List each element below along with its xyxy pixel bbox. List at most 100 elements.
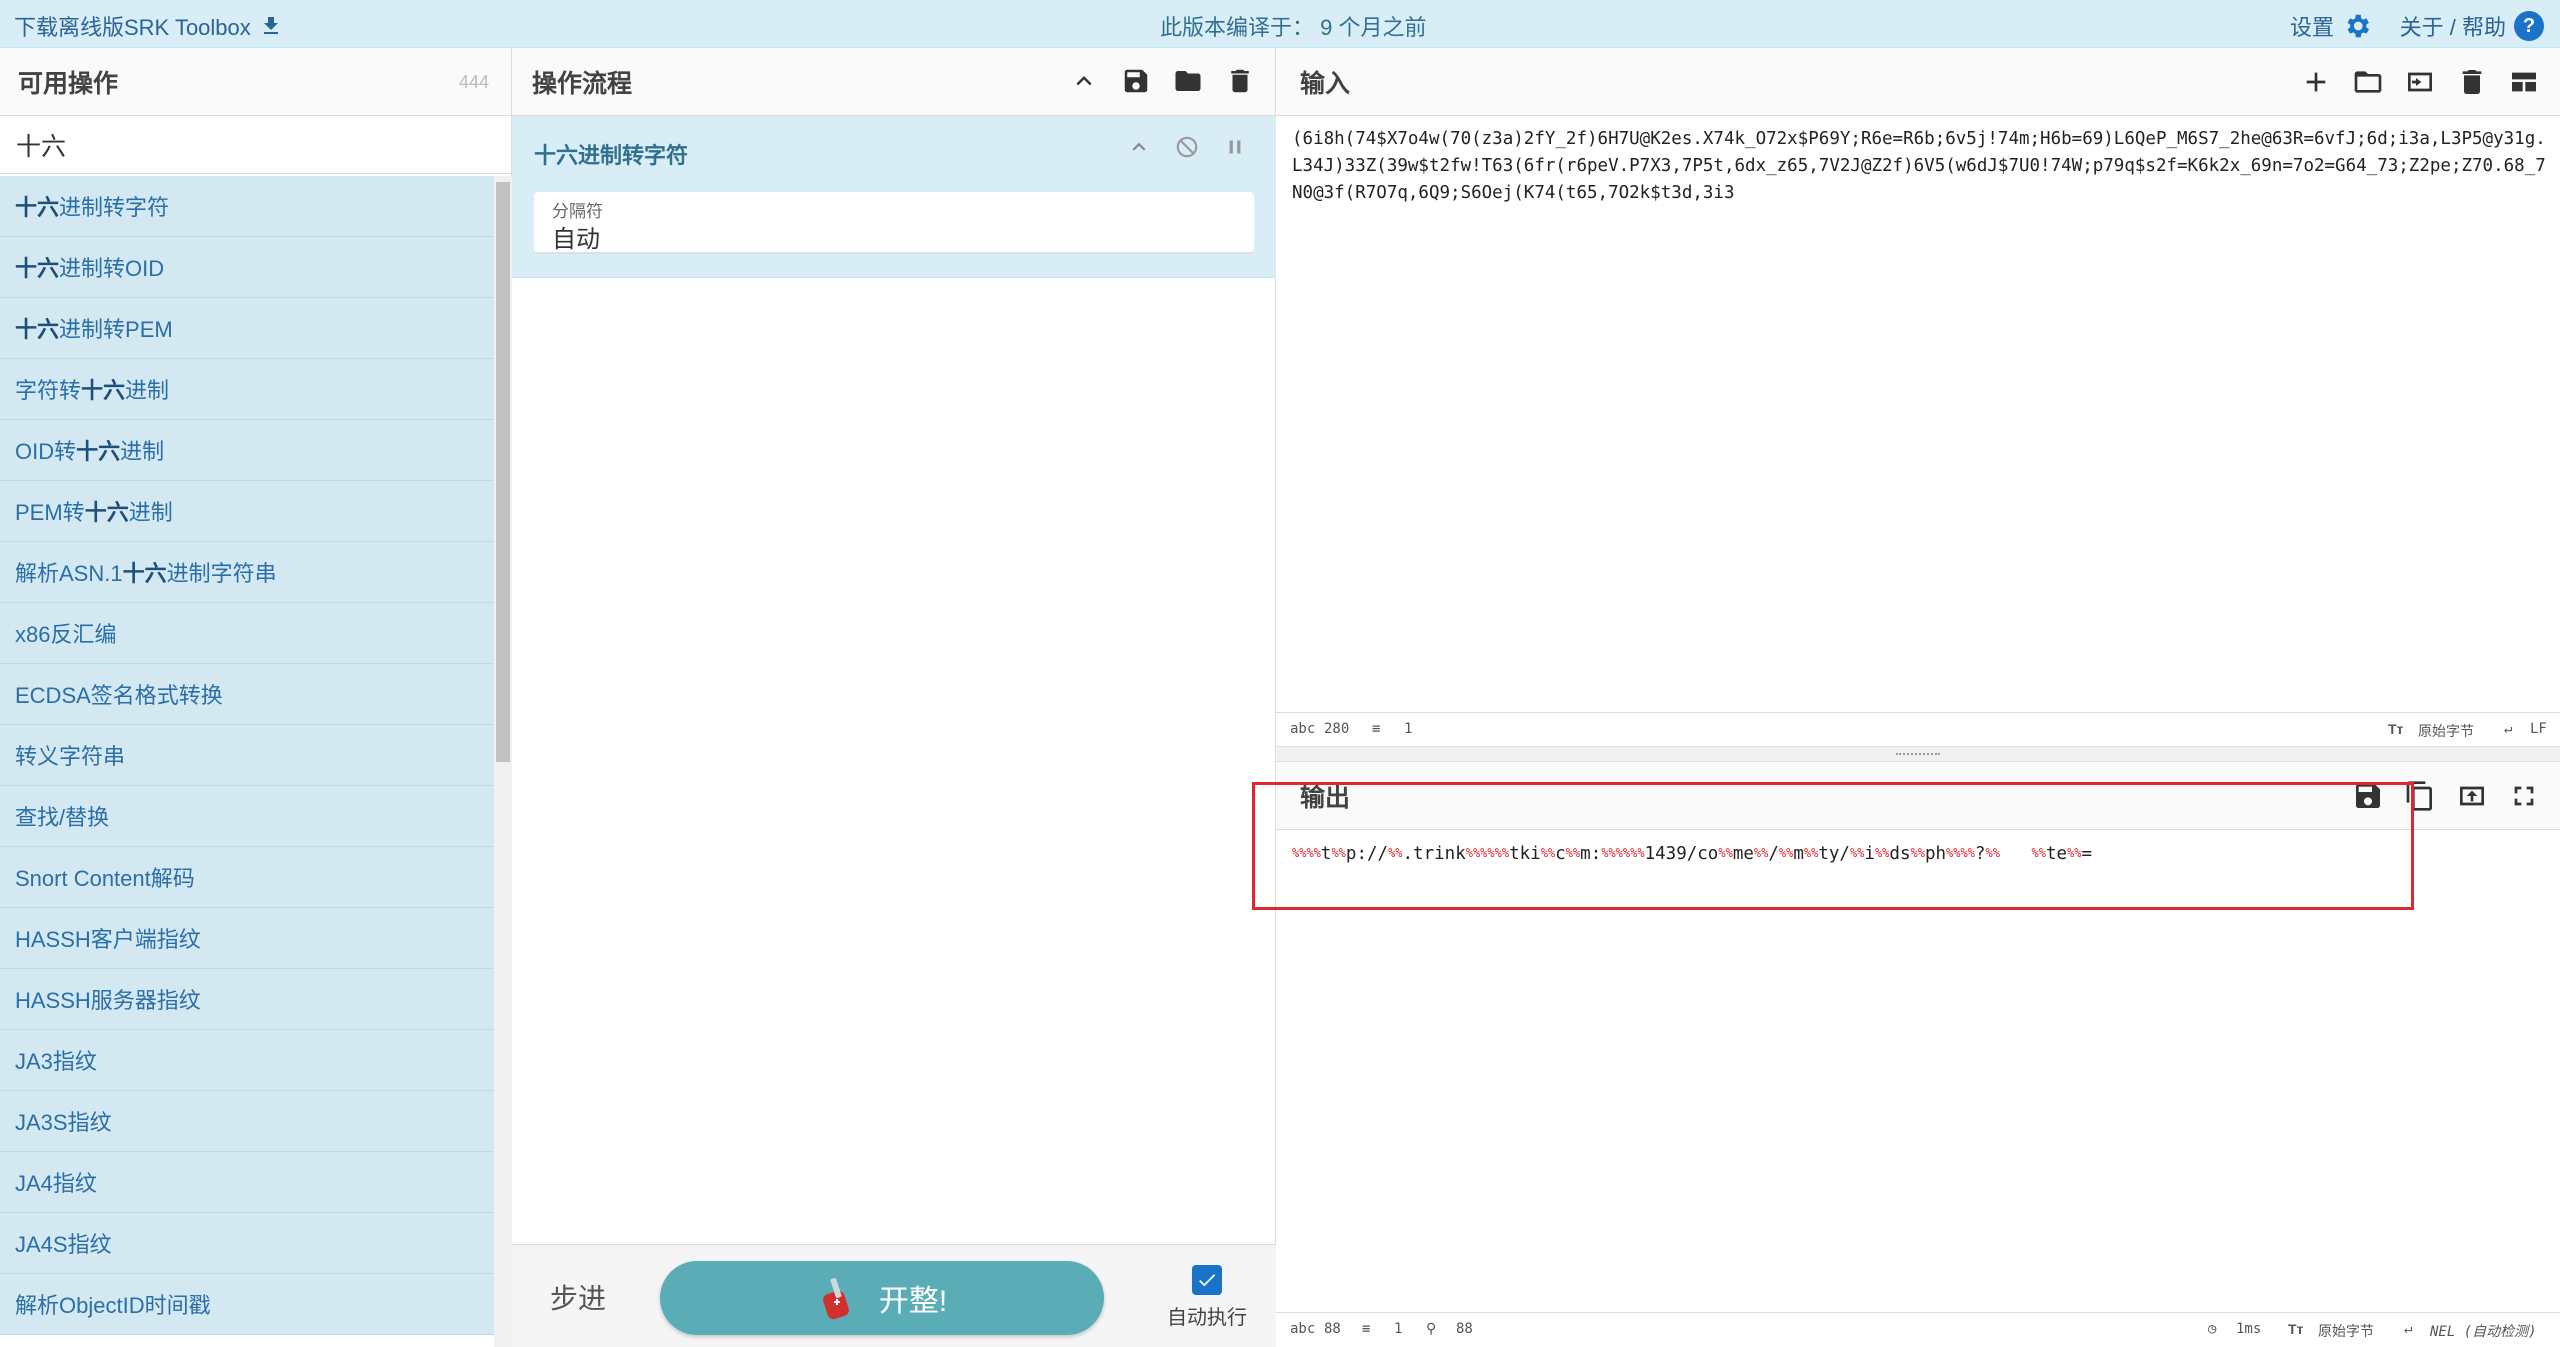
operation-item-label: OID转 (15, 439, 77, 464)
scrollbar-thumb[interactable] (496, 182, 510, 762)
input-char-count: 280 (1324, 721, 1350, 737)
operations-search-input[interactable] (16, 130, 495, 159)
operation-item[interactable]: OID转 十六 进制 (0, 420, 494, 481)
delimiter-select[interactable]: 分隔符 自动 (534, 192, 1254, 254)
clear-recipe-icon[interactable] (1225, 66, 1255, 96)
clock-icon: ◷ (2208, 1321, 2217, 1337)
operation-item-label: 进制字符串 (166, 561, 277, 586)
bake-time: 1ms (2236, 1321, 2262, 1337)
operation-item-label: HASSH服务器指纹 (15, 988, 201, 1013)
recipe-operation-card[interactable]: 十六进制转字符 分隔符 自动 (512, 116, 1276, 278)
operation-item[interactable]: ECDSA签名格式转换 (0, 664, 494, 725)
step-button[interactable]: 步进 (550, 1277, 606, 1317)
operation-item-match: 十六 (81, 378, 126, 403)
io-panel: 输入 (6i8h(74$X7o4w(70(z3a)2fY_2f)6H7U@K2e… (1276, 48, 2560, 1347)
operation-item[interactable]: 解析ASN.1 十六 进制字符串 (0, 542, 494, 603)
reset-layout-icon[interactable] (2508, 66, 2540, 98)
operation-item[interactable]: 查找/替换 (0, 786, 494, 847)
operation-item[interactable]: JA3S指纹 (0, 1091, 494, 1152)
breakpoint-icon[interactable] (1222, 134, 1248, 160)
settings-button[interactable]: 设置 (2290, 10, 2372, 42)
operations-search (0, 116, 511, 174)
output-raw-bytes[interactable]: 原始字节 (2318, 1321, 2374, 1341)
add-input-tab-icon[interactable] (2300, 66, 2332, 98)
operation-item-label: JA3S指纹 (15, 1110, 112, 1135)
line-count-icon: ≡ (1372, 721, 1381, 737)
gear-icon (2347, 14, 2369, 38)
operation-item[interactable]: JA3指纹 (0, 1030, 494, 1091)
output-raw-bytes-icon: Tт (2288, 1321, 2304, 1337)
open-file-icon[interactable] (2404, 66, 2436, 98)
operation-item[interactable]: 转义字符串 (0, 725, 494, 786)
collapse-operation-icon[interactable] (1126, 134, 1152, 160)
recipe-operation-name: 十六进制转字符 (534, 143, 689, 168)
operations-header: 可用操作 444 (0, 48, 511, 116)
about-label: 关于 / 帮助 (2399, 15, 2506, 40)
operation-item[interactable]: 字符转 十六 进制 (0, 359, 494, 420)
input-line-count: 1 (1404, 721, 1413, 737)
bake-button[interactable]: 开整! (660, 1261, 1104, 1335)
recipe-controls: 步进 开整! 自动执行 (512, 1244, 1276, 1347)
operation-item-match: 十六 (15, 256, 60, 281)
operation-item[interactable]: HASSH客户端指纹 (0, 908, 494, 969)
clear-input-icon[interactable] (2456, 66, 2488, 98)
disable-operation-icon[interactable] (1174, 134, 1200, 160)
operation-item-label: 字符转 (15, 378, 82, 403)
operation-item-label: 进制 (120, 439, 165, 464)
bake-label: 开整! (878, 1285, 948, 1318)
operation-item[interactable]: JA4S指纹 (0, 1213, 494, 1274)
operations-title: 可用操作 (18, 69, 119, 98)
splitter-grip[interactable] (1896, 753, 1940, 757)
operation-item-label: Snort Content解码 (15, 866, 195, 891)
io-splitter[interactable] (1276, 746, 2560, 762)
output-eol[interactable]: NEL (自动检测) (2430, 1321, 2537, 1341)
operation-item[interactable]: 十六 进制转OID (0, 237, 494, 298)
operation-item[interactable]: PEM转 十六 进制 (0, 481, 494, 542)
operations-list: 十六 进制转字符 十六 进制转OID 十六 进制转PEM 字符转 十六 进制 OID转 十六 进制 PE… (0, 176, 494, 1347)
about-help-button[interactable]: 关于 / 帮助 ? (2400, 10, 2544, 42)
output-line-count: 1 (1394, 1321, 1403, 1337)
input-header: 输入 (1276, 48, 2560, 116)
operation-item-label: 进制转字符 (59, 195, 170, 220)
operation-item-match: 十六 (122, 561, 167, 586)
auto-bake-checkbox[interactable]: 自动执行 (1152, 1265, 1262, 1330)
recipe-header: 操作流程 (512, 48, 1275, 116)
load-recipe-icon[interactable] (1173, 66, 1203, 96)
input-raw-bytes[interactable]: 原始字节 (2418, 721, 2474, 741)
download-offline-link[interactable]: 下载离线版SRK Toolbox (14, 10, 283, 42)
operation-item-label: 转义字符串 (15, 744, 126, 769)
operation-item-label: HASSH客户端指纹 (15, 927, 201, 952)
open-folder-icon[interactable] (2352, 66, 2384, 98)
build-version: 此版本编译于： 9 个月之前 (1160, 15, 1427, 40)
operation-item-label: 查找/替换 (15, 805, 110, 830)
replace-input-icon[interactable] (2456, 780, 2488, 812)
raw-bytes-icon: Tт (2388, 721, 2404, 737)
input-status-bar: abc 280 ≡ 1 Tт 原始字节 ↵ LF (1276, 712, 2560, 746)
operation-item[interactable]: 十六 进制转字符 (0, 176, 494, 237)
operation-item[interactable]: HASSH服务器指纹 (0, 969, 494, 1030)
operations-scrollbar[interactable] (494, 176, 512, 1347)
operation-item-label: 解析ASN.1 (15, 561, 123, 586)
char-count-icon: abc (1290, 721, 1316, 737)
operation-item[interactable]: Snort Content解码 (0, 847, 494, 908)
save-recipe-icon[interactable] (1121, 66, 1151, 96)
operation-item[interactable]: JA4指纹 (0, 1152, 494, 1213)
operation-item[interactable]: x86反汇编 (0, 603, 494, 664)
recipe-title: 操作流程 (532, 69, 633, 98)
operation-item-match: 十六 (15, 195, 60, 220)
operation-item[interactable]: 十六 进制转PEM (0, 298, 494, 359)
output-status-bar: abc 88 ≡ 1 ⚲ 88 ◷ 1ms Tт 原始字节 ↵ NEL (自动检… (1276, 1312, 2560, 1346)
operation-item-label: JA3指纹 (15, 1049, 97, 1074)
output-char-count: 88 (1324, 1321, 1341, 1337)
input-textarea[interactable]: (6i8h(74$X7o4w(70(z3a)2fY_2f)6H7U@K2es.X… (1292, 126, 2546, 207)
input-eol[interactable]: LF (2530, 721, 2547, 737)
operation-item-label: 进制转OID (59, 256, 165, 281)
cursor-position-icon: ⚲ (1426, 1321, 1437, 1337)
maximize-output-icon[interactable] (2508, 780, 2540, 812)
operations-panel: 可用操作 444 十六进制转字符十六进制转OID十六进制转PEM字符转十六进制O… (0, 48, 512, 1347)
operation-item[interactable]: 解析ObjectID时间戳 (0, 1274, 494, 1335)
collapse-all-icon[interactable] (1069, 66, 1099, 96)
operation-item-label: 进制转PEM (59, 317, 173, 342)
operation-item-label: ECDSA签名格式转换 (15, 683, 223, 708)
auto-bake-label: 自动执行 (1167, 1307, 1247, 1329)
